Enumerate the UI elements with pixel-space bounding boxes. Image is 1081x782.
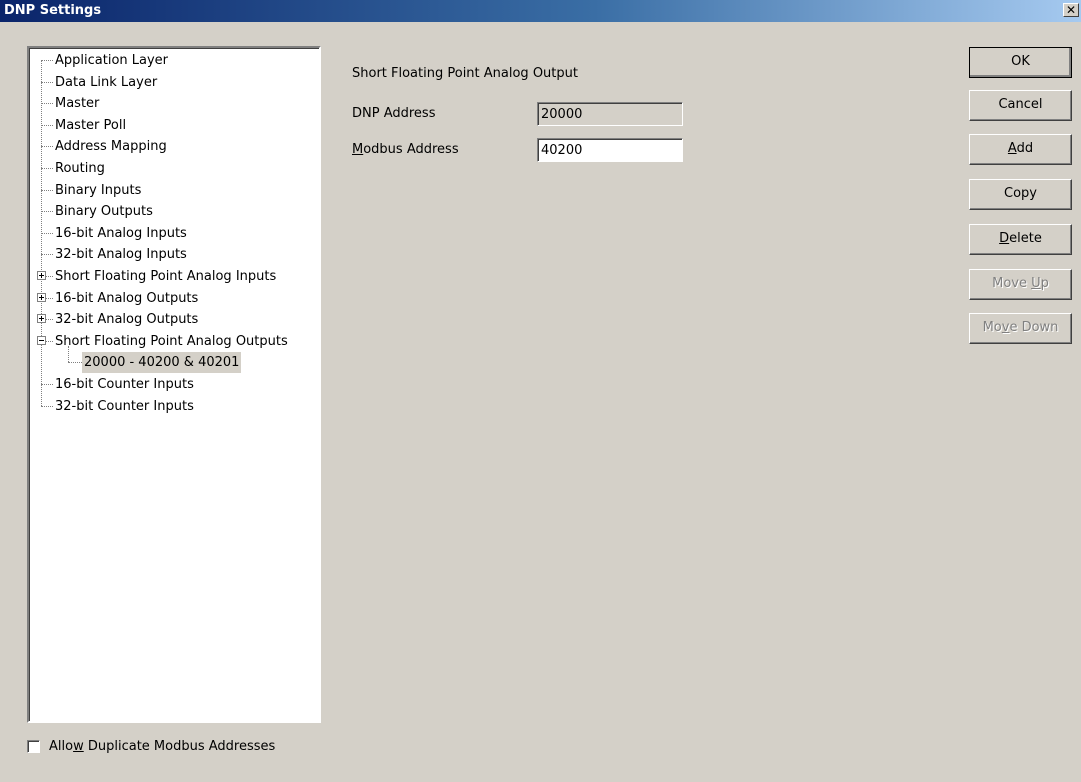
tree-connector (41, 81, 53, 83)
tree-item[interactable]: 16-bit Analog Inputs (29, 223, 319, 244)
tree-item-label: 20000 - 40200 & 40201 (82, 352, 242, 374)
tree-connector (41, 254, 53, 256)
tree-item[interactable]: Binary Inputs (29, 180, 319, 201)
dnp-address-field[interactable] (537, 102, 683, 126)
tree-item[interactable]: Binary Outputs (29, 201, 319, 222)
tree-item-label: Master (55, 96, 100, 112)
tree-item[interactable]: 16-bit Analog Outputs (29, 288, 319, 309)
tree-item-label: Binary Outputs (55, 204, 153, 220)
modbus-address-field[interactable] (537, 138, 683, 162)
tree-item-label: Short Floating Point Analog Inputs (55, 269, 277, 284)
tree-item-label: 16-bit Analog Inputs (55, 225, 187, 241)
tree-item[interactable]: 32-bit Counter Inputs (29, 396, 319, 417)
tree-connector (68, 362, 82, 364)
tree-connector (41, 103, 53, 105)
copy-button[interactable]: Copy (969, 179, 1072, 210)
tree-item-label: 16-bit Analog Outputs (55, 290, 199, 306)
tree-item[interactable]: Application Layer (29, 50, 319, 71)
tree-item[interactable]: Address Mapping (29, 136, 319, 157)
tree-connector (41, 60, 53, 61)
tree-item[interactable]: Routing (29, 158, 319, 179)
tree-item-label: Short Floating Point Analog Outputs (55, 333, 288, 349)
tree-item[interactable]: 16-bit Counter Inputs (29, 374, 319, 395)
tree-item[interactable]: Short Floating Point Analog Inputs (29, 266, 319, 287)
tree-item-label: Master Poll (55, 117, 127, 133)
tree-item-label: 32-bit Counter Inputs (55, 398, 194, 414)
tree-item-label: 32-bit Analog Outputs (55, 312, 199, 328)
tree-item[interactable]: Master Poll (29, 115, 319, 136)
move-up-button[interactable]: Move Up (969, 269, 1072, 300)
tree-connector (41, 211, 53, 213)
dnp-address-label: DNP Address (352, 106, 436, 121)
detail-heading: Short Floating Point Analog Output (352, 66, 578, 81)
tree-item[interactable]: Data Link Layer (29, 72, 319, 93)
collapse-icon[interactable] (37, 335, 46, 345)
cancel-button[interactable]: Cancel (969, 90, 1072, 121)
tree-item[interactable]: Short Floating Point Analog Outputs (29, 331, 319, 352)
tree-connector (41, 384, 53, 385)
tree-item[interactable]: 32-bit Analog Outputs (29, 309, 319, 330)
expand-icon[interactable] (37, 292, 46, 302)
title-bar: DNP Settings ✕ (0, 0, 1081, 22)
delete-button[interactable]: Delete (969, 224, 1072, 255)
tree-item-label: 32-bit Analog Inputs (55, 247, 187, 263)
tree-item[interactable]: Master (29, 93, 319, 114)
expand-icon[interactable] (37, 314, 46, 324)
tree-item-label: Routing (55, 161, 105, 176)
tree-connector (41, 146, 53, 148)
allow-duplicate-checkbox[interactable] (27, 740, 40, 753)
tree-item[interactable]: 32-bit Analog Inputs (29, 244, 319, 265)
tree-item-label: Application Layer (55, 53, 169, 68)
close-button[interactable]: ✕ (1063, 3, 1079, 17)
settings-tree[interactable]: Application Layer Data Link Layer Master Ma… (27, 46, 321, 723)
tree-subitem[interactable]: 20000 - 40200 & 40201 (29, 346, 319, 374)
tree-item-label: 16-bit Counter Inputs (55, 377, 194, 392)
tree-item-label: Data Link Layer (55, 74, 158, 90)
tree-child-line (68, 346, 69, 363)
allow-duplicate-label: Allow Duplicate Modbus Addresses (49, 739, 276, 754)
tree-connector (41, 189, 53, 191)
close-icon: ✕ (1065, 3, 1077, 17)
window-title: DNP Settings (4, 3, 102, 18)
tree-item-label: Address Mapping (55, 139, 167, 155)
modbus-address-label: Modbus Address (352, 142, 459, 157)
tree-connector (41, 232, 53, 234)
tree-item-label: Binary Inputs (55, 182, 142, 198)
tree-connector (41, 168, 53, 169)
move-down-button[interactable]: Move Down (969, 313, 1072, 344)
tree-connector (41, 405, 53, 407)
expand-icon[interactable] (37, 271, 46, 280)
ok-button[interactable]: OK (969, 47, 1072, 78)
add-button[interactable]: Add (969, 134, 1072, 165)
tree-connector (41, 124, 53, 126)
